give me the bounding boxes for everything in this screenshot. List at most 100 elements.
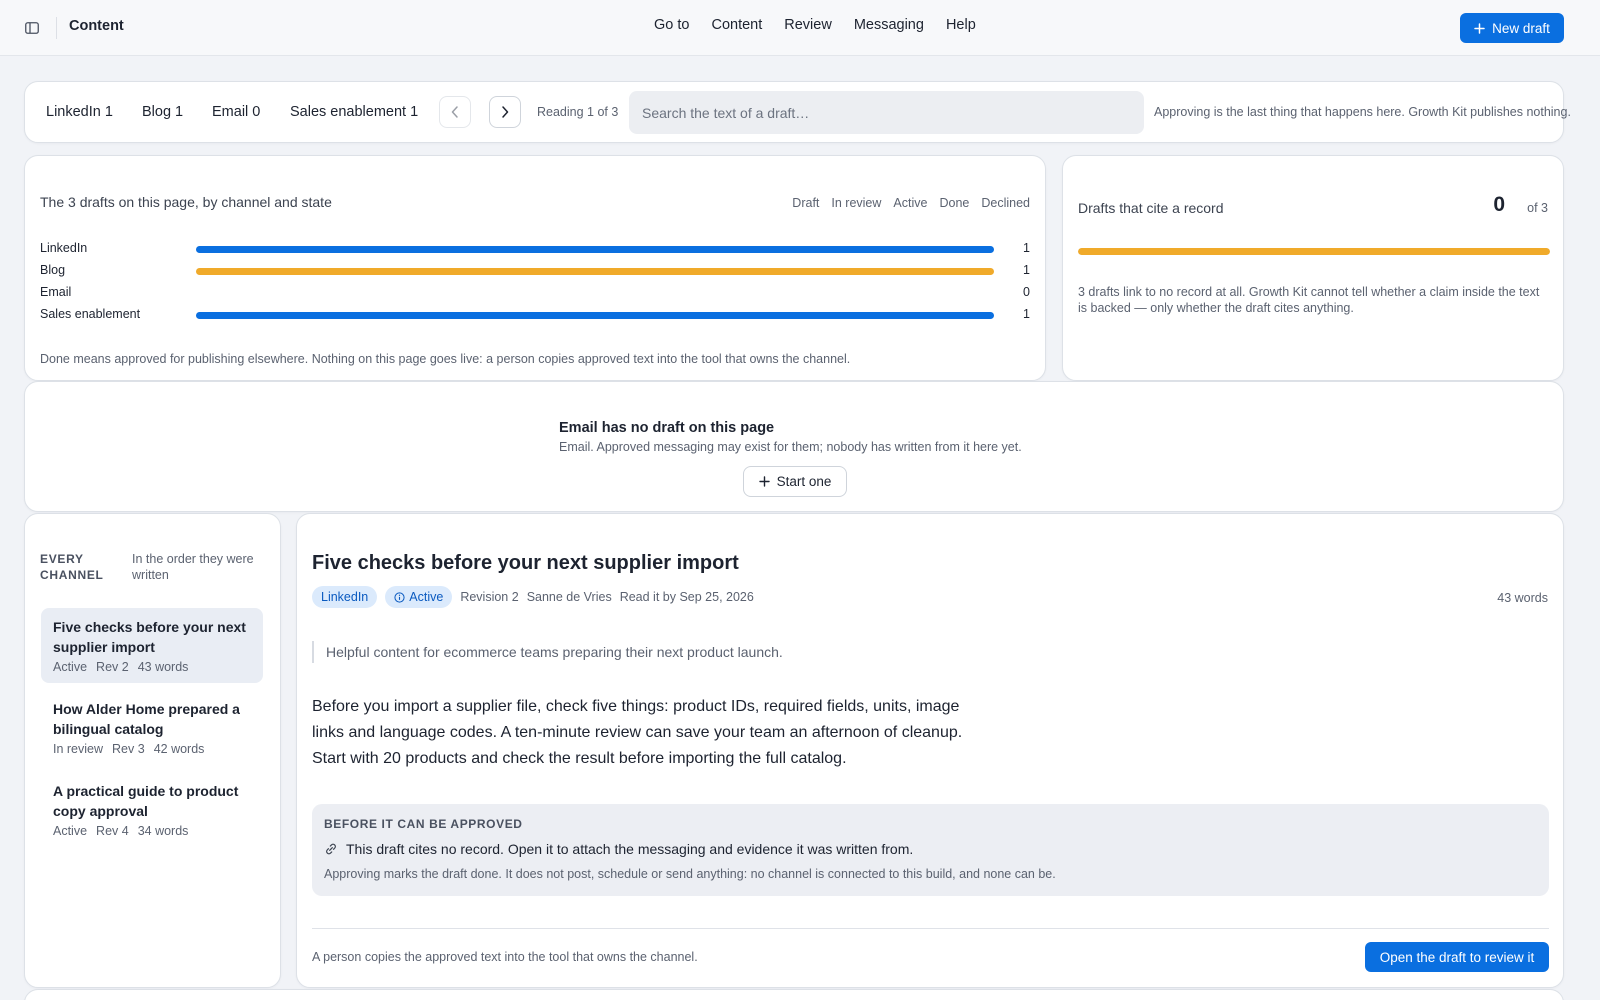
draft-revision: Revision 2 — [460, 590, 519, 604]
list-subheading: In the order they were written — [132, 552, 254, 582]
draft-meta: LinkedIn Active Revision 2 Sanne de Vrie… — [312, 586, 754, 608]
nav-review[interactable]: Review — [784, 17, 832, 33]
cite-total: of 3 — [1527, 201, 1548, 215]
empty-subtitle: Email. Approved messaging may exist for … — [559, 440, 1022, 454]
draft-word-count: 43 words — [1497, 591, 1548, 605]
main-nav: Go to Content Review Messaging Help — [654, 17, 976, 33]
info-icon — [394, 591, 405, 603]
legend-in-review: In review — [831, 196, 882, 210]
channel-badge: LinkedIn — [312, 586, 378, 608]
chart-title: The 3 drafts on this page, by channel an… — [40, 194, 332, 210]
cite-progress-fill — [1078, 248, 1550, 255]
row-bar — [196, 268, 994, 275]
draft-title: Five checks before your next supplier im… — [312, 552, 739, 574]
approval-issue: This draft cites no record. Open it to a… — [324, 841, 913, 857]
nav-help[interactable]: Help — [946, 17, 976, 33]
row-count: 0 — [1023, 285, 1030, 299]
legend-done: Done — [939, 196, 970, 210]
draft-read-by: Read it by Sep 25, 2026 — [619, 590, 754, 604]
chart-row-linkedin: LinkedIn 1 — [40, 240, 1030, 258]
approval-note: Approving marks the draft done. It does … — [324, 867, 1056, 881]
draft-body: Before you import a supplier file, check… — [312, 698, 963, 767]
row-bar-track — [196, 246, 994, 253]
tab-linkedin[interactable]: LinkedIn 1 — [46, 104, 113, 120]
row-bar-track — [196, 312, 994, 319]
list-heading: EVERY CHANNEL — [40, 552, 104, 582]
start-one-button[interactable]: Start one — [743, 466, 847, 497]
tab-sales-enablement[interactable]: Sales enablement 1 — [290, 104, 418, 120]
tab-email[interactable]: Email 0 — [212, 104, 260, 120]
list-item-rev: Rev 2 — [96, 660, 129, 674]
cite-note: 3 drafts link to no record at all. Growt… — [1078, 285, 1540, 315]
legend-draft: Draft — [792, 196, 820, 210]
chart-row-email: Email 0 — [40, 284, 1030, 302]
sidebar-toggle-icon[interactable] — [22, 18, 42, 38]
tab-blog[interactable]: Blog 1 — [142, 104, 183, 120]
row-bar-track — [196, 268, 994, 275]
plus-icon — [758, 476, 770, 487]
previous-button[interactable] — [439, 96, 471, 128]
top-bar: Content Go to Content Review Messaging H… — [0, 0, 1600, 56]
approval-requirements: BEFORE IT CAN BE APPROVED This draft cit… — [312, 804, 1549, 896]
list-item[interactable]: How Alder Home prepared a bilingual cata… — [41, 690, 263, 765]
app-title: Content — [69, 18, 124, 34]
empty-title: Email has no draft on this page — [559, 420, 775, 436]
reading-position: Reading 1 of 3 — [537, 105, 619, 119]
next-button[interactable] — [489, 96, 521, 128]
start-one-label: Start one — [776, 474, 832, 489]
filter-bar: LinkedIn 1 Blog 1 Email 0 Sales enableme… — [24, 81, 1571, 143]
cite-progress-bar — [1078, 248, 1550, 255]
list-item-rev: Rev 3 — [112, 742, 145, 756]
approval-heading: BEFORE IT CAN BE APPROVED — [324, 817, 523, 831]
approval-issue-text: This draft cites no record. Open it to a… — [346, 841, 914, 857]
footer-note: A person copies the approved text into t… — [312, 950, 698, 964]
list-item[interactable]: Five checks before your next supplier im… — [41, 608, 263, 683]
row-bar — [196, 246, 994, 253]
row-label: Blog — [40, 263, 66, 277]
chart-footnote: Done means approved for publishing elsew… — [40, 352, 851, 366]
empty-channel-card: Email has no draft on this page Email. A… — [24, 381, 1564, 512]
list-item-state: Active — [53, 824, 88, 838]
search-input[interactable] — [629, 91, 1144, 134]
draft-author: Sanne de Vries — [526, 590, 612, 604]
list-item-state: In review — [53, 742, 104, 756]
nav-messaging[interactable]: Messaging — [854, 17, 924, 33]
chevron-left-icon — [451, 106, 458, 118]
divider — [312, 928, 1549, 929]
row-bar — [196, 312, 994, 319]
list-item-state: Active — [53, 660, 88, 674]
list-item-words: 43 words — [137, 660, 189, 674]
next-section-edge — [24, 989, 1564, 1000]
row-count: 1 — [1023, 307, 1030, 321]
row-bar-track — [196, 290, 994, 297]
chevron-right-icon — [502, 106, 509, 118]
row-count: 1 — [1023, 263, 1030, 277]
list-item-meta: Active Rev 2 43 words — [53, 660, 251, 674]
status-badge: Active — [385, 586, 453, 608]
legend-declined: Declined — [981, 196, 1030, 210]
open-draft-button[interactable]: Open the draft to review it — [1365, 942, 1549, 972]
chart-row-blog: Blog 1 — [40, 262, 1030, 280]
legend-active: Active — [893, 196, 928, 210]
plus-icon — [1474, 22, 1485, 34]
new-draft-button[interactable]: New draft — [1460, 13, 1564, 43]
draft-detail: Five checks before your next supplier im… — [296, 513, 1564, 988]
list-item-meta: In review Rev 3 42 words — [53, 742, 251, 756]
link-icon — [326, 843, 336, 855]
row-count: 1 — [1023, 241, 1030, 255]
nav-go-to[interactable]: Go to — [654, 17, 689, 33]
row-label: Sales enablement — [40, 307, 141, 321]
channel-state-chart: The 3 drafts on this page, by channel an… — [24, 155, 1046, 381]
list-item-words: 42 words — [153, 742, 205, 756]
list-item[interactable]: A practical guide to product copy approv… — [41, 772, 263, 847]
nav-content[interactable]: Content — [711, 17, 762, 33]
list-item-meta: Active Rev 4 34 words — [53, 824, 251, 838]
list-item-title: A practical guide to product copy approv… — [53, 783, 239, 819]
draft-brief: Helpful content for ecommerce teams prep… — [312, 641, 783, 663]
list-item-rev: Rev 4 — [96, 824, 129, 838]
status-label: Active — [409, 590, 444, 604]
cite-title: Drafts that cite a record — [1078, 200, 1224, 216]
publishing-note: Approving is the last thing that happens… — [1154, 105, 1571, 119]
divider — [56, 17, 57, 39]
new-draft-label: New draft — [1492, 20, 1550, 36]
